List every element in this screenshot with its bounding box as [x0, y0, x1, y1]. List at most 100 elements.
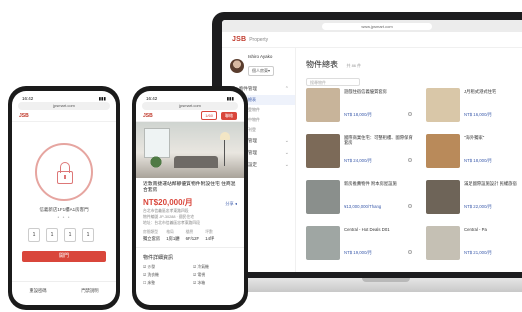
chevron-icon: ⌄	[284, 162, 289, 168]
stat-item: 樓層 6F/12F	[186, 230, 200, 242]
property-title[interactable]: Central - Hot Deals D01	[344, 227, 414, 232]
access-help-link[interactable]: 門禁說明	[81, 288, 98, 294]
property-price: ¥13,000,000/Thang	[344, 204, 382, 209]
search-input[interactable]: 搜尋物件	[306, 78, 360, 86]
phone-center: 16:42 ▮▮▮ jpsmart.com JSB 1/60 聯絡 近敦南捷運站…	[132, 86, 248, 310]
property-thumbnail[interactable]	[306, 134, 340, 168]
property-price: NT$ 18,000/月	[344, 112, 372, 117]
stat-item: 房間類型 獨立套房	[143, 230, 160, 242]
reset-password-link[interactable]: 重設密碼	[29, 288, 46, 294]
stat-item: 格局 1房1廳	[166, 230, 179, 242]
property-thumbnail[interactable]	[306, 180, 340, 214]
browser-url[interactable]: www.jpsmart.com	[322, 22, 432, 30]
property-title[interactable]: 遊戲住宿信義優質套房	[344, 89, 414, 94]
property-card[interactable]: 滿足國際設施設計 民權旅宿 NT$ 22,000/月	[426, 180, 522, 222]
property-thumbnail[interactable]	[426, 134, 460, 168]
browser-bar: www.jpsmart.com	[222, 20, 522, 32]
signal-icon: ▮▮▮	[226, 96, 234, 101]
status-bar: 16:42 ▮▮▮	[136, 91, 244, 102]
property-thumbnail[interactable]	[306, 88, 340, 122]
unlock-ring[interactable]	[35, 143, 93, 201]
property-card[interactable]: "海外獨家" NT$ 18,000/月	[426, 134, 522, 176]
property-title[interactable]: 新房推薦物件 附本房屋設施	[344, 181, 414, 186]
property-title[interactable]: 滿足國際設施設計 民權旅宿	[464, 181, 522, 186]
more-icon[interactable]	[408, 158, 412, 162]
brand-logo[interactable]: JSB	[19, 113, 29, 119]
pin-digit[interactable]: 1	[82, 228, 94, 242]
user-box: Ishiro Ayako 個人房東▾	[222, 48, 295, 83]
brand-sub: Property	[249, 36, 269, 43]
avatar[interactable]	[230, 58, 244, 73]
feature-item: ☐ 床墊	[143, 281, 156, 285]
pin-digit[interactable]: 1	[28, 228, 40, 242]
open-door-button[interactable]: 開門	[22, 251, 106, 262]
status-time: 16:42	[146, 96, 158, 101]
signal-icon: ▮▮▮	[98, 96, 106, 101]
more-icon[interactable]	[408, 112, 412, 116]
feature-list: ☑ 沙發 ☑ 冷氣機 ☑ 洗衣機 ☑ 電視 ☐ 床墊 ☑ 冰箱	[136, 261, 244, 286]
property-title[interactable]: 國際商業住宅：可整租樓、國際保育套房	[344, 135, 414, 146]
property-title[interactable]: Central - Pa	[464, 227, 522, 232]
page-count: 共 86 件	[346, 63, 362, 68]
property-price: NT$ 19,000/月	[344, 250, 372, 255]
contact-button[interactable]: 聯絡	[221, 111, 237, 120]
property-card[interactable]: Central - Hot Deals D01 NT$ 19,000/月	[306, 226, 418, 268]
app-header: JSB Property	[222, 32, 522, 48]
stat-label: 房間類型	[143, 230, 159, 234]
property-thumbnail[interactable]	[426, 226, 460, 260]
listing-photo[interactable]	[136, 122, 244, 178]
property-card[interactable]: 遊戲住宿信義優質套房 NT$ 18,000/月	[306, 88, 418, 130]
chevron-icon: ⌄	[284, 150, 289, 156]
status-bar: 16:42 ▮▮▮	[12, 91, 116, 102]
pin-inputs: 1 1 1 1	[28, 228, 94, 242]
property-card[interactable]: 新房推薦物件 附本房屋設施 ¥13,000,000/Thang	[306, 180, 418, 222]
photo-lamp	[220, 132, 230, 140]
share-link[interactable]: 分享 ◂	[225, 201, 237, 207]
photo-lamp-stem	[224, 140, 225, 166]
phone-header: JSB	[12, 110, 116, 122]
brand-logo[interactable]: JSB	[143, 113, 153, 119]
pin-digit[interactable]: 1	[46, 228, 58, 242]
phone-url-bar[interactable]: jpsmart.com	[142, 102, 238, 110]
phone-left: 16:42 ▮▮▮ jpsmart.com JSB 信義新店1F1樓A1房客門 …	[8, 86, 120, 310]
phone-url-bar[interactable]: jpsmart.com	[18, 102, 110, 110]
phone-left-screen: 16:42 ▮▮▮ jpsmart.com JSB 信義新店1F1樓A1房客門 …	[12, 91, 116, 305]
brand-logo[interactable]: JSB	[232, 36, 246, 43]
stat-label: 格局	[166, 230, 174, 234]
stat-value: 14坪	[205, 236, 215, 241]
stat-label: 樓層	[185, 230, 194, 234]
more-icon[interactable]	[408, 204, 412, 208]
more-icon[interactable]	[408, 250, 412, 254]
lock-icon-keyhole	[64, 175, 66, 179]
property-price: NT$ 24,000/月	[344, 158, 372, 163]
user-name: Ishiro Ayako	[248, 54, 273, 59]
stat-value: 獨立套房	[143, 236, 161, 241]
main-content: 物件總表 共 86 件 搜尋物件 遊戲住宿信義優質套房 NT$ 18,000/月 J…	[298, 48, 522, 272]
pager-dots: • • •	[57, 215, 71, 221]
property-card[interactable]: 國際商業住宅：可整租樓、國際保育套房 NT$ 24,000/月	[306, 134, 418, 176]
photo-plant	[150, 154, 162, 170]
listing-title: 近敦南捷運站鄰靜優質物件附設住宅 住商混合套房	[143, 182, 236, 193]
property-price: NT$ 16,000/月	[464, 112, 492, 117]
property-card[interactable]: Central - Pa NT$ 21,000/月	[426, 226, 522, 268]
property-thumbnail[interactable]	[426, 180, 460, 214]
property-card[interactable]: J月租式港式住宅 NT$ 16,000/月	[426, 88, 522, 130]
role-select[interactable]: 個人房東▾	[248, 66, 275, 76]
listing-price: NT$20,000/月	[143, 198, 193, 207]
feature-item: ☑ 冷氣機	[193, 265, 209, 269]
listing-stats: 房間類型 獨立套房 格局 1房1廳 樓層 6F/12F 坪數 14坪	[136, 226, 244, 242]
pin-digit[interactable]: 1	[64, 228, 76, 242]
photo-sofa	[174, 156, 218, 168]
property-title[interactable]: "海外獨家"	[464, 135, 522, 140]
property-thumbnail[interactable]	[306, 226, 340, 260]
bottom-links: 重設密碼 門禁說明	[12, 281, 116, 294]
laptop-notch	[362, 278, 410, 282]
laptop-screen: www.jpsmart.com JSB Property Ishiro Ayak…	[222, 20, 522, 272]
phone-header: JSB 1/60 聯絡	[136, 110, 244, 122]
stat-label: 坪數	[205, 230, 213, 234]
photo-counter[interactable]: 1/60	[201, 111, 217, 120]
chevron-icon: ⌄	[284, 138, 289, 144]
section-title: 物件詳細資訊	[136, 247, 244, 261]
property-title[interactable]: J月租式港式住宅	[464, 89, 522, 94]
property-thumbnail[interactable]	[426, 88, 460, 122]
